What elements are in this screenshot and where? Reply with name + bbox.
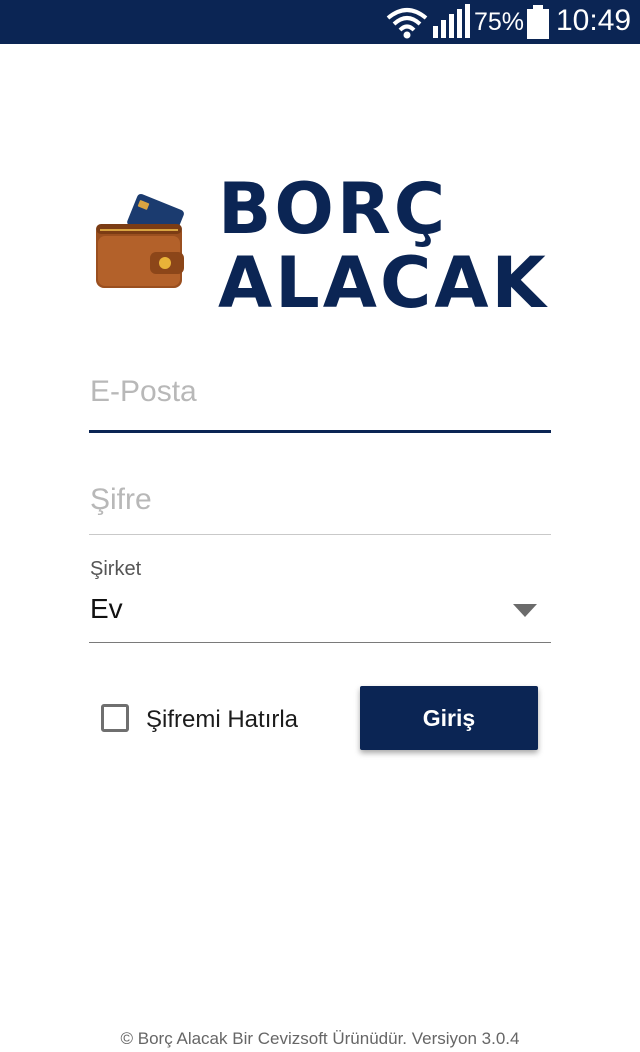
password-field[interactable]: Şifre: [89, 478, 551, 535]
logo-line-2: ALACAK: [218, 242, 549, 324]
remember-label: Şifremi Hatırla: [146, 706, 299, 733]
company-value: Ev: [90, 593, 123, 624]
clock: 10:49: [556, 4, 632, 37]
footer-text: © Borç Alacak Bir Cevizsoft Ürünüdür. Ve…: [120, 1029, 520, 1048]
dropdown-arrow-icon: [513, 604, 537, 617]
company-label: Şirket: [90, 558, 142, 580]
app-logo-text: BORÇ ALACAK: [218, 172, 549, 320]
email-field[interactable]: E-Posta: [89, 372, 551, 433]
remember-checkbox[interactable]: [101, 704, 129, 732]
email-placeholder: E-Posta: [90, 375, 197, 408]
wifi-icon: [386, 8, 428, 39]
wallet-icon: [96, 193, 184, 288]
login-screen: 75% 10:49 BORÇ ALACAK E-Posta Şifre Şirk…: [0, 0, 640, 1052]
status-bar: 75% 10:49: [0, 0, 640, 44]
logo-line-1: BORÇ: [218, 168, 449, 250]
password-placeholder: Şifre: [90, 483, 152, 516]
signal-icon: [433, 4, 470, 38]
company-select[interactable]: Ev: [89, 590, 551, 643]
battery-percent: 75%: [474, 8, 525, 36]
login-button[interactable]: Giriş: [360, 686, 538, 750]
battery-icon: [527, 5, 549, 39]
